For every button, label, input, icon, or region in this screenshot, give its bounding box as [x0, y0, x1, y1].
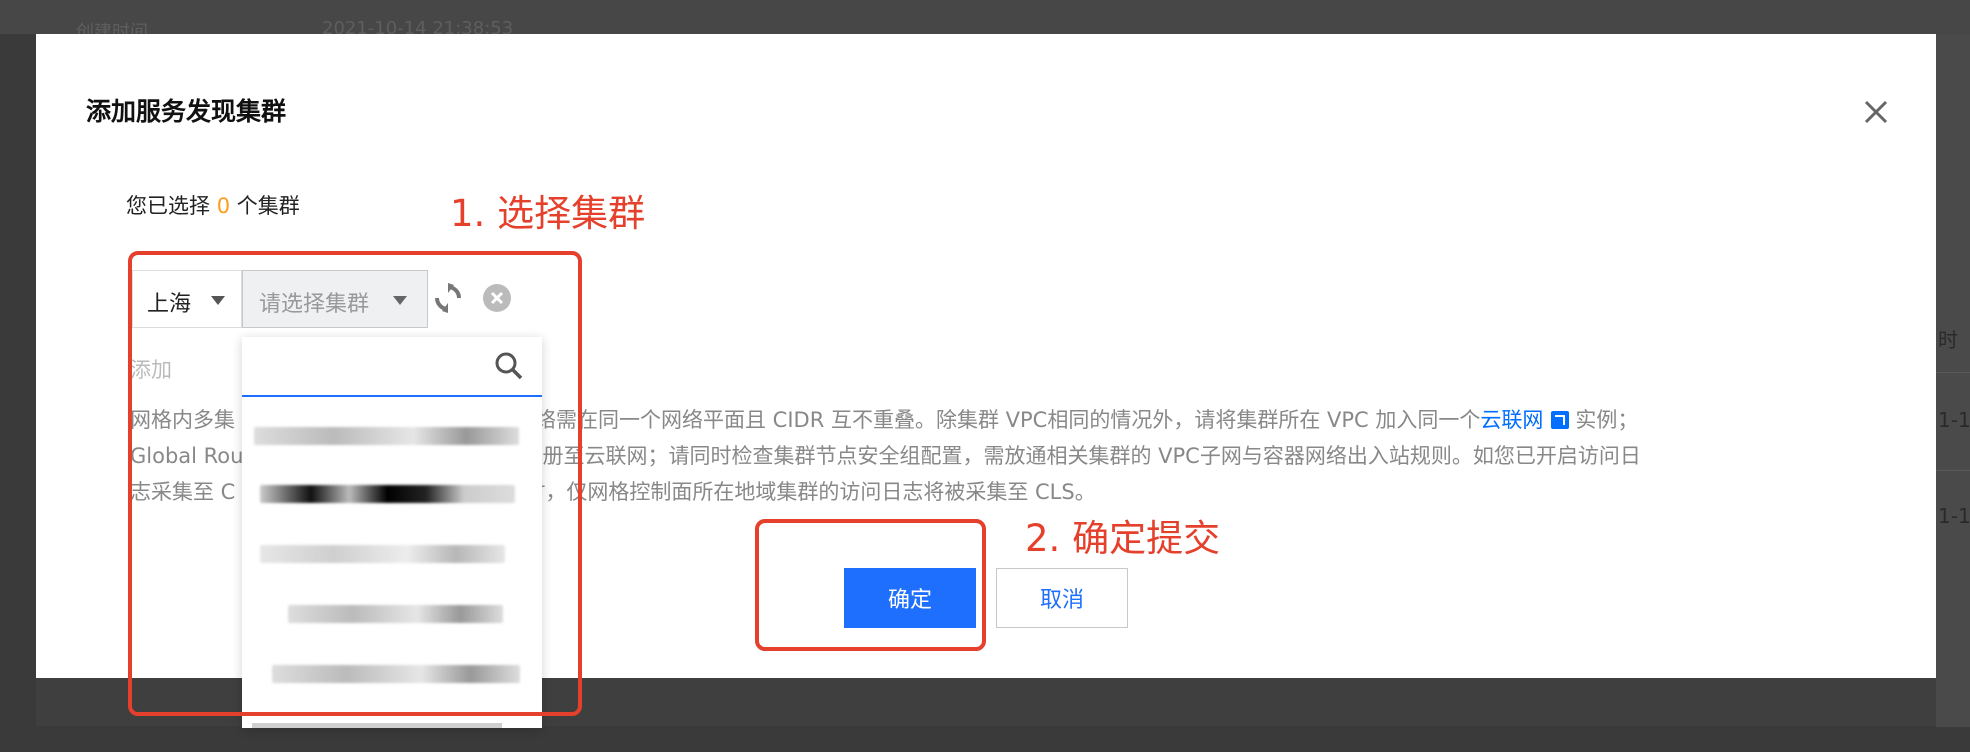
annotation-box-confirm: [755, 519, 986, 651]
background-row-divider: [1936, 470, 1970, 471]
external-link-icon: [1551, 411, 1570, 429]
annotation-step2: 2. 确定提交: [1025, 517, 1221, 560]
close-icon: [1864, 100, 1888, 124]
desc-line3-mid: 群时，仅网格控制面所在地域集群的访问日志将被采集至 CLS。: [503, 480, 1096, 504]
close-button[interactable]: [1856, 92, 1896, 132]
background-cell: 1-1: [1938, 504, 1970, 528]
dropdown-scrollbar[interactable]: [252, 723, 502, 728]
annotation-box-select: [128, 251, 582, 716]
selected-count-text: 您已选择 0 个集群: [126, 190, 300, 220]
background-table-edge: 时 1-1 1-1: [1936, 34, 1970, 727]
selected-suffix: 个集群: [236, 194, 300, 218]
selected-count: 0: [216, 194, 231, 218]
desc-line1-mid: 群网络需在同一个网络平面且 CIDR 互不重叠。除集群 VPC相同的情况外，请将…: [493, 408, 1481, 432]
selected-prefix: 您已选择: [126, 194, 210, 218]
dialog-title: 添加服务发现集群: [86, 97, 287, 126]
cloud-connect-link[interactable]: 云联网: [1480, 408, 1543, 432]
cancel-button[interactable]: 取消: [996, 568, 1128, 628]
annotation-step1: 1. 选择集群: [450, 192, 646, 235]
background-header: 创建时间 2021-10-14 21:38:53: [0, 0, 1970, 43]
desc-line1-end: 实例；: [1575, 408, 1639, 432]
desc-line2-mid: 注册至云联网；请同时检查集群节点安全组配置，需放通相关集群的 VPC子网与容器网…: [521, 444, 1641, 468]
background-cell: 1-1: [1938, 408, 1970, 432]
background-column-header: 时: [1938, 328, 1958, 352]
background-row-divider: [1936, 372, 1970, 373]
